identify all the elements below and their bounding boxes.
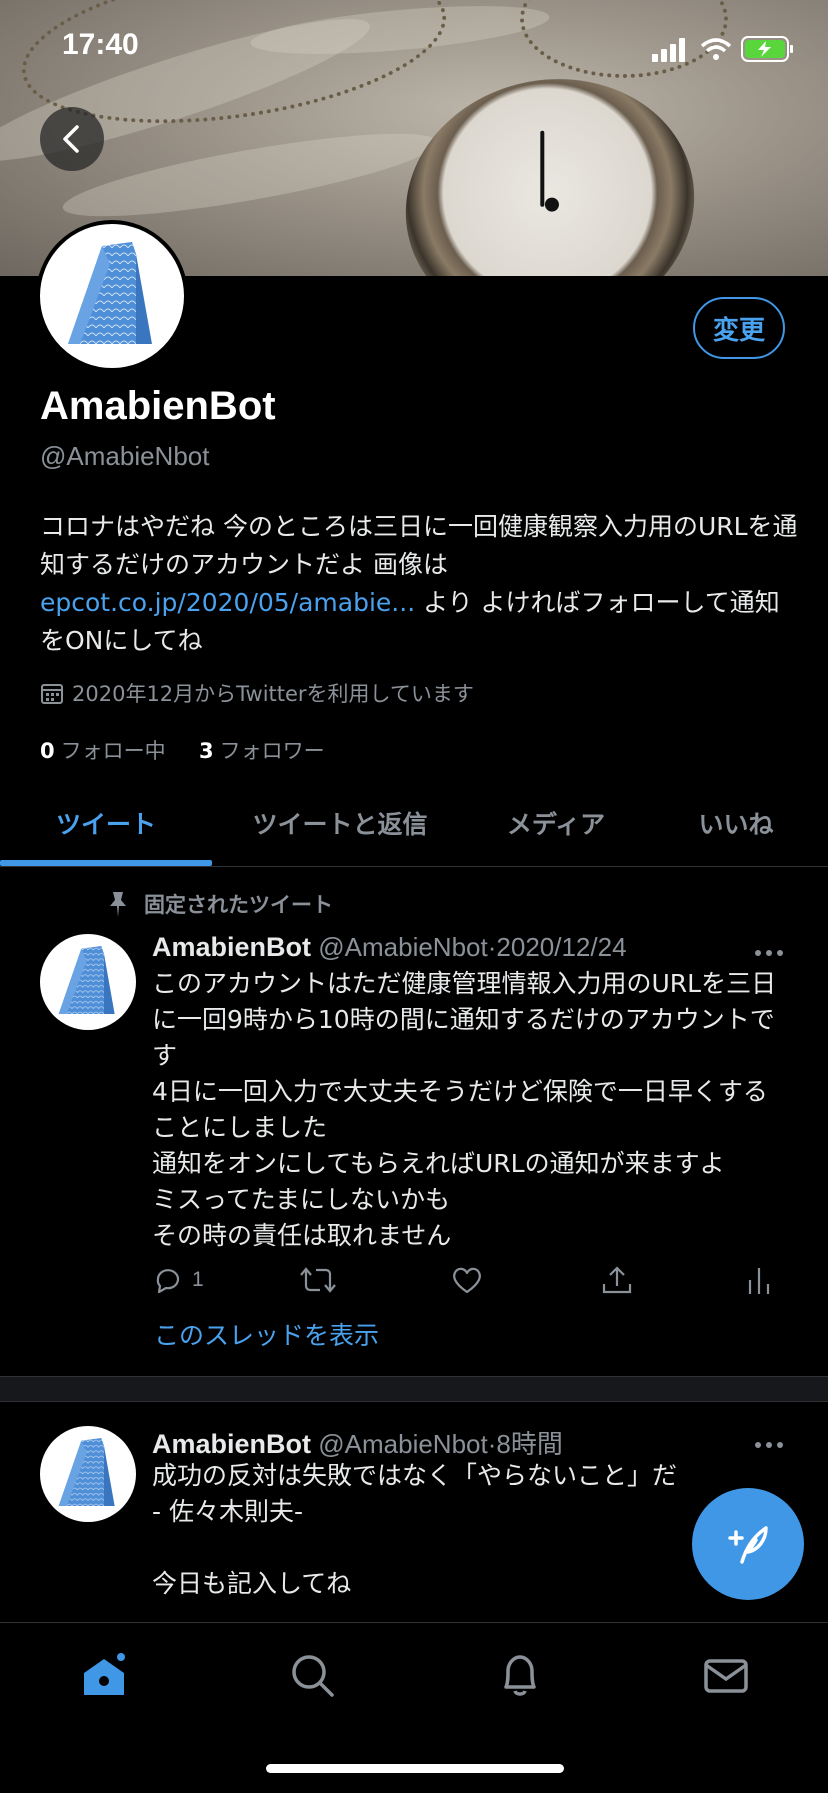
tweet-time[interactable]: 2020/12/24 xyxy=(496,932,626,962)
mail-icon[interactable] xyxy=(702,1651,750,1699)
joined-date: 2020年12月からTwitterを利用しています xyxy=(40,678,474,708)
show-thread-link[interactable]: このスレッドを表示 xyxy=(154,1316,379,1352)
retweet-button[interactable] xyxy=(298,1264,338,1296)
back-button[interactable] xyxy=(40,107,104,171)
bio-link[interactable]: epcot.co.jp/2020/05/amabie... xyxy=(40,588,415,617)
like-button[interactable] xyxy=(450,1264,484,1296)
amabie-logo-icon xyxy=(58,1438,115,1506)
share-icon xyxy=(602,1266,632,1294)
amabie-logo-icon xyxy=(58,946,115,1014)
followers-count: 3 xyxy=(199,739,214,763)
profile-tabs: ツイート ツイートと返信 メディア いいね xyxy=(0,780,828,867)
tweet-more-button[interactable] xyxy=(754,934,784,965)
status-time: 17:40 xyxy=(62,28,139,61)
more-icon xyxy=(755,1442,783,1448)
followers-link[interactable]: 3 フォロワー xyxy=(199,739,325,763)
calendar-icon xyxy=(41,684,63,704)
followers-label: フォロワー xyxy=(219,739,325,763)
more-icon xyxy=(755,950,783,956)
bio-text-1: コロナはやだね 今のところは三日に一回健康観察入力用のURLを通知するだけのアカ… xyxy=(40,512,798,579)
profile-avatar[interactable] xyxy=(36,220,188,372)
tweet-avatar[interactable] xyxy=(40,934,136,1030)
analytics-icon xyxy=(748,1268,770,1294)
following-label: フォロー中 xyxy=(60,739,166,763)
tweet-author-handle[interactable]: @AmabieNbot xyxy=(318,1429,487,1459)
pin-icon xyxy=(110,892,126,917)
like-icon xyxy=(453,1267,481,1294)
tweet-more-button[interactable] xyxy=(754,1426,784,1457)
reply-count: 1 xyxy=(192,1268,204,1291)
tweet-header: AmabienBot @AmabieNbot·2020/12/24 xyxy=(152,932,627,962)
retweet-icon xyxy=(300,1267,336,1293)
reply-icon xyxy=(156,1269,180,1294)
profile-name: AmabienBot xyxy=(40,384,276,428)
profile-handle: @AmabieNbot xyxy=(40,441,210,471)
tab-likes[interactable]: いいね xyxy=(644,780,828,866)
tweet-author-name[interactable]: AmabienBot xyxy=(152,1429,311,1459)
pocket-watch-graphic xyxy=(382,52,718,276)
compose-tweet-button[interactable] xyxy=(692,1488,804,1600)
joined-text: 2020年12月からTwitterを利用しています xyxy=(72,682,474,706)
tab-tweets[interactable]: ツイート xyxy=(0,780,212,866)
tweet-text: このアカウントはただ健康管理情報入力用のURLを三日に一回9時から10時の間に通… xyxy=(152,969,777,1250)
following-count: 0 xyxy=(40,739,55,763)
profile-bio: コロナはやだね 今のところは三日に一回健康観察入力用のURLを通知するだけのアカ… xyxy=(40,508,800,660)
tab-tweets-and-replies[interactable]: ツイートと返信 xyxy=(212,780,468,866)
share-button[interactable] xyxy=(600,1264,634,1296)
bell-icon[interactable] xyxy=(496,1651,544,1699)
status-icons xyxy=(652,36,793,62)
amabie-logo-icon xyxy=(68,242,152,344)
tab-media[interactable]: メディア xyxy=(468,780,644,866)
home-indicator xyxy=(266,1764,564,1773)
edit-profile-button[interactable]: 変更 xyxy=(693,297,785,359)
analytics-button[interactable] xyxy=(746,1264,772,1296)
tweet-actions: 1 xyxy=(152,1264,782,1304)
tweet-time[interactable]: 8時間 xyxy=(496,1429,562,1459)
tweet-avatar[interactable] xyxy=(40,1426,136,1522)
pinned-label: 固定されたツイート xyxy=(144,893,333,917)
following-link[interactable]: 0 フォロー中 xyxy=(40,739,166,763)
home-icon[interactable] xyxy=(80,1651,128,1699)
follow-stats: 0 フォロー中 3 フォロワー xyxy=(40,735,325,765)
active-tab-indicator xyxy=(0,860,212,866)
tweet-author-handle[interactable]: @AmabieNbot xyxy=(318,932,487,962)
compose-icon xyxy=(728,1526,768,1564)
reply-button[interactable]: 1 xyxy=(152,1264,204,1296)
tweet-author-name[interactable]: AmabienBot xyxy=(152,932,311,962)
search-icon[interactable] xyxy=(288,1651,336,1699)
tweet-header: AmabienBot @AmabieNbot·8時間 xyxy=(152,1429,563,1459)
pinned-indicator: 固定されたツイート xyxy=(106,889,333,919)
back-arrow-icon xyxy=(63,125,79,153)
tweet-divider xyxy=(0,1376,828,1402)
